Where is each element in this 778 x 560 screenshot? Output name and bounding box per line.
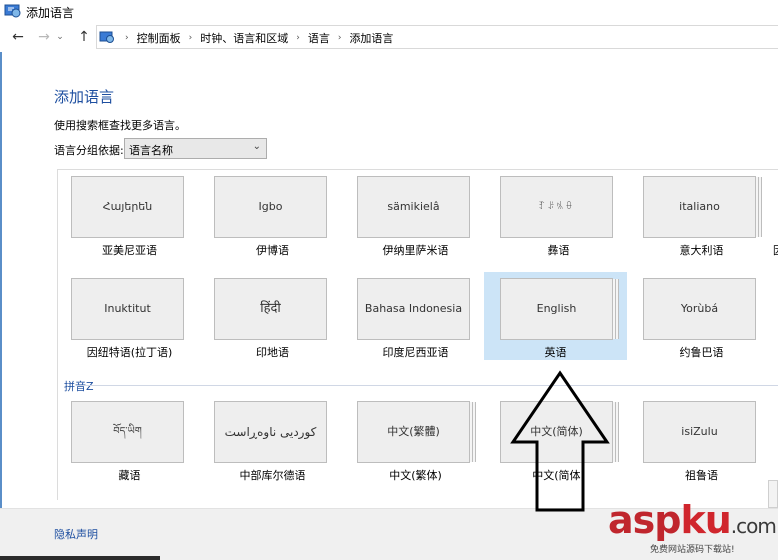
language-grid: Հայերեն 亚美尼亚语 Igbo 伊博语 sämikielâ 伊纳里萨米语 … (57, 169, 778, 500)
language-tile-chinese-traditional[interactable]: 中文(繁體) 中文(繁体) (344, 395, 487, 483)
language-tile-armenian[interactable]: Հայերեն 亚美尼亚语 (58, 170, 201, 258)
language-name: 意大利语 (679, 244, 724, 257)
language-tile-inari-sami[interactable]: sämikielâ 伊纳里萨米语 (344, 170, 487, 258)
language-name: 祖鲁语 (685, 469, 718, 482)
language-tile-inuktitut[interactable]: Inuktitut 因纽特语(拉丁语) (58, 272, 201, 360)
language-name: 亚美尼亚语 (102, 244, 157, 257)
language-tile-partial[interactable]: 因 (773, 170, 778, 258)
privacy-statement-link[interactable]: 隐私声明 (54, 526, 98, 542)
taskbar-strip (0, 556, 160, 560)
language-tile-partial-3[interactable] (773, 395, 778, 483)
language-tile-italian[interactable]: italiano 意大利语 (630, 170, 773, 258)
language-name: 中文(繁体) (389, 469, 442, 482)
language-card: Inuktitut (71, 278, 184, 340)
breadcrumb-add-language[interactable]: 添加语言 (349, 30, 393, 46)
forward-button[interactable]: → (34, 27, 54, 47)
language-name: 印地语 (256, 346, 289, 359)
page-title: 添加语言 (54, 88, 115, 106)
language-tile-english[interactable]: English 英语 (484, 272, 627, 360)
back-button[interactable]: ← (8, 27, 28, 47)
title-bar: 添加语言 (0, 0, 778, 22)
language-name: 中部库尔德语 (239, 469, 306, 482)
watermark-brand-part: ku (680, 498, 731, 542)
language-tile-yi[interactable]: ꆈꌠꁱꂷ 彝语 (487, 170, 630, 258)
language-tile-tibetan[interactable]: བོད་ཡིག 藏语 (58, 395, 201, 483)
control-panel-icon (4, 4, 21, 18)
breadcrumb-separator-icon: › (337, 33, 342, 43)
watermark-logo: aspku.com 免费网站源码下载站! (606, 498, 778, 560)
watermark-brand-part: .com (730, 514, 777, 538)
language-card: English (500, 278, 613, 340)
breadcrumb-separator-icon: › (125, 33, 129, 43)
language-tile-indonesian[interactable]: Bahasa Indonesia 印度尼西亚语 (344, 272, 487, 360)
language-name: 藏语 (118, 469, 141, 482)
language-card: isiZulu (643, 401, 756, 463)
language-tile-central-kurdish[interactable]: کوردیی ناوەڕاست 中部库尔德语 (201, 395, 344, 483)
breadcrumb-separator-icon: › (296, 33, 300, 43)
language-card: Bahasa Indonesia (357, 278, 470, 340)
language-name: 约鲁巴语 (679, 346, 724, 359)
language-tile-hindi[interactable]: हिंदी 印地语 (201, 272, 344, 360)
language-name: 印度尼西亚语 (382, 346, 449, 359)
language-card: کوردیی ناوەڕاست (214, 401, 327, 463)
breadcrumb: › 控制面板 › 时钟、语言和区域 › 语言 › 添加语言 (117, 30, 393, 46)
language-card: ꆈꌠꁱꂷ (500, 176, 613, 238)
breadcrumb-control-panel[interactable]: 控制面板 (137, 30, 181, 46)
control-panel-icon (99, 31, 114, 43)
breadcrumb-separator-icon: › (188, 33, 193, 43)
language-name: 因 (773, 242, 778, 258)
language-card: Igbo (214, 176, 327, 238)
window-edge (0, 52, 2, 508)
section-header-pinyin-z: 拼音Z (64, 380, 94, 393)
language-card: 中文(繁體) (357, 401, 470, 463)
language-card: བོད་ཡིག (71, 401, 184, 463)
annotation-up-arrow-icon (510, 370, 610, 512)
language-card: हिंदी (214, 278, 327, 340)
address-bar-row: ← → ⌄ ↑ › 控制面板 › 时钟、语言和区域 › 语言 › 添加语言 (0, 24, 778, 50)
up-button[interactable]: ↑ (74, 27, 94, 47)
group-by-select[interactable]: 语言名称 ⌄ (124, 138, 267, 159)
watermark-brand: aspku.com (608, 498, 777, 542)
language-card: Հայերեն (71, 176, 184, 238)
language-card: Yorùbá (643, 278, 756, 340)
group-by-label: 语言分组依据: (54, 144, 124, 157)
language-tile-partial-2[interactable] (773, 272, 778, 360)
watermark-tagline: 免费网站源码下载站! (650, 545, 735, 555)
recent-locations-chevron-icon[interactable]: ⌄ (54, 27, 66, 47)
language-card: sämikielâ (357, 176, 470, 238)
language-card: italiano (643, 176, 756, 238)
language-name: 英语 (544, 346, 567, 359)
chevron-down-icon: ⌄ (252, 141, 261, 152)
language-tile-zulu[interactable]: isiZulu 祖鲁语 (630, 395, 773, 483)
language-name: 因纽特语(拉丁语) (86, 346, 173, 359)
search-hint: 使用搜索框查找更多语言。 (54, 119, 186, 132)
language-tile-yoruba[interactable]: Yorùbá 约鲁巴语 (630, 272, 773, 360)
section-divider (80, 385, 778, 386)
watermark-brand-part: asp (608, 498, 681, 542)
group-by-value: 语言名称 (129, 144, 173, 157)
breadcrumb-language[interactable]: 语言 (308, 30, 330, 46)
language-name: 伊博语 (256, 244, 289, 257)
language-tile-igbo[interactable]: Igbo 伊博语 (201, 170, 344, 258)
window-title: 添加语言 (26, 6, 75, 20)
breadcrumb-clock-language-region[interactable]: 时钟、语言和区域 (200, 30, 288, 46)
address-field[interactable]: › 控制面板 › 时钟、语言和区域 › 语言 › 添加语言 (96, 25, 778, 49)
language-name: 伊纳里萨米语 (382, 244, 449, 257)
language-name: 彝语 (547, 244, 570, 257)
